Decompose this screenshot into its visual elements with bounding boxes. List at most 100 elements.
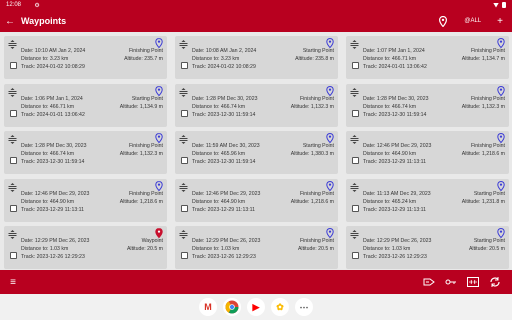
drag-handle-icon[interactable] (350, 182, 359, 192)
select-checkbox[interactable] (181, 252, 188, 260)
chrome-app-icon[interactable] (223, 298, 241, 316)
menu-icon[interactable]: ≡ (0, 277, 26, 288)
waypoint-card[interactable]: Date: 12:46 PM Dec 29, 2023 Distance to:… (4, 178, 167, 222)
select-checkbox[interactable] (10, 204, 17, 212)
settings-gear-icon: ⚙ (34, 2, 40, 9)
status-icons (493, 2, 506, 8)
waypoint-altitude: Altitude: 235.8 m (295, 56, 334, 62)
waypoint-distance: Distance to: 1.03 km (363, 246, 411, 253)
waypoint-track: Track: 2023-12-26 12:29:23 (363, 254, 427, 261)
sync-icon[interactable] (484, 275, 506, 289)
select-checkbox[interactable] (352, 109, 359, 117)
waypoint-card[interactable]: Date: 1:28 PM Dec 30, 2023 Distance to: … (175, 83, 338, 127)
select-checkbox[interactable] (181, 204, 188, 212)
wifi-icon (493, 2, 499, 8)
select-checkbox[interactable] (352, 157, 359, 165)
map-marker-icon (497, 85, 505, 96)
waypoint-track: Track: 2024-01-02 10:08:29 (192, 64, 256, 70)
waypoint-card[interactable]: Date: 1:07 PM Jan 1, 2024 Distance to: 4… (346, 36, 509, 79)
key-icon[interactable] (440, 275, 462, 289)
add-icon[interactable]: + (497, 16, 503, 27)
waypoint-distance: Distance to: 465.96 km (192, 151, 246, 158)
waypoint-altitude: Altitude: 1,132.3 m (290, 103, 334, 110)
battery-icon (502, 2, 506, 8)
waypoint-track: Track: 2024-01-02 10:08:29 (21, 64, 85, 70)
waypoint-distance: Distance to: 466.74 km (192, 103, 246, 110)
waypoint-track: Track: 2023-12-26 12:29:23 (192, 254, 256, 261)
location-pin-icon[interactable] (436, 14, 450, 28)
waypoint-distance: Distance to: 464.90 km (192, 198, 246, 205)
select-checkbox[interactable] (10, 157, 17, 165)
waypoint-distance: Distance to: 1.03 km (21, 246, 69, 253)
waypoint-card[interactable]: Date: 11:13 AM Dec 29, 2023 Distance to:… (346, 178, 509, 222)
waypoint-date: Date: 1:06 PM Jan 1, 2024 (21, 95, 83, 102)
waypoint-card[interactable]: Date: 12:29 PM Dec 26, 2023 Distance to:… (4, 226, 167, 270)
waypoint-altitude: Altitude: 1,134.9 m (119, 103, 163, 110)
tag-icon[interactable] (418, 275, 440, 289)
drag-handle-icon[interactable] (350, 135, 359, 145)
waypoint-card[interactable]: Date: 12:29 PM Dec 26, 2023 Distance to:… (175, 226, 338, 270)
drag-handle-icon[interactable] (179, 87, 188, 97)
drag-handle-icon[interactable] (8, 182, 17, 192)
waypoint-card[interactable]: Date: 1:06 PM Jan 1, 2024 Distance to: 4… (4, 83, 167, 127)
waypoint-track: Track: 2023-12-30 11:59:14 (192, 159, 256, 166)
drag-handle-icon[interactable] (8, 87, 17, 97)
map-marker-icon (155, 180, 163, 192)
waypoint-track: Track: 2023-12-29 11:13:11 (21, 206, 85, 213)
waypoint-date: Date: 12:29 PM Dec 26, 2023 (363, 238, 432, 245)
photos-app-icon[interactable]: ✿ (271, 298, 289, 316)
select-checkbox[interactable] (181, 62, 188, 69)
waypoint-type: Finishing Point (128, 48, 163, 54)
waypoint-type: Starting Point (131, 95, 163, 102)
waypoint-date: Date: 1:28 PM Dec 30, 2023 (21, 143, 87, 150)
waypoint-altitude: Altitude: 1,380.3 m (290, 151, 334, 158)
waypoint-track: Track: 2023-12-29 11:13:11 (192, 206, 256, 213)
drag-handle-icon[interactable] (179, 40, 188, 49)
select-checkbox[interactable] (10, 62, 17, 69)
select-checkbox[interactable] (352, 204, 359, 212)
drag-handle-icon[interactable] (350, 87, 359, 97)
filter-all-button[interactable]: @ALL (464, 18, 481, 24)
waypoint-track: Track: 2023-12-26 12:29:23 (21, 254, 85, 261)
waypoint-card[interactable]: Date: 10:08 AM Jan 2, 2024 Distance to: … (175, 36, 338, 79)
waypoint-card[interactable]: Date: 1:28 PM Dec 30, 2023 Distance to: … (4, 131, 167, 175)
waypoint-card[interactable]: Date: 12:29 PM Dec 26, 2023 Distance to:… (346, 226, 509, 270)
waypoint-card[interactable]: Date: 10:10 AM Jan 2, 2024 Distance to: … (4, 36, 167, 79)
waypoint-track: Track: 2023-12-30 11:59:14 (363, 111, 427, 118)
drag-handle-icon[interactable] (350, 230, 359, 240)
waypoint-type: Finishing Point (299, 190, 334, 197)
waypoint-date: Date: 10:10 AM Jan 2, 2024 (21, 48, 86, 54)
gmail-app-icon[interactable]: M (199, 298, 217, 316)
drag-handle-icon[interactable] (8, 135, 17, 145)
waypoint-date: Date: 12:29 PM Dec 26, 2023 (21, 238, 90, 245)
waypoint-distance: Distance to: 466.71 km (21, 103, 75, 110)
compress-icon[interactable] (462, 275, 484, 289)
select-checkbox[interactable] (352, 62, 359, 69)
drag-handle-icon[interactable] (350, 40, 359, 49)
waypoint-track: Track: 2023-12-30 11:59:14 (21, 159, 85, 166)
drag-handle-icon[interactable] (179, 135, 188, 145)
select-checkbox[interactable] (10, 252, 17, 260)
back-arrow-icon[interactable]: ← (0, 16, 20, 27)
waypoint-card[interactable]: Date: 11:59 AM Dec 30, 2023 Distance to:… (175, 131, 338, 175)
waypoint-date: Date: 1:07 PM Jan 1, 2024 (363, 48, 425, 54)
drag-handle-icon[interactable] (8, 230, 17, 240)
waypoint-distance: Distance to: 3.23 km (21, 56, 69, 62)
map-marker-icon (326, 37, 334, 49)
select-checkbox[interactable] (352, 252, 359, 260)
waypoint-card[interactable]: Date: 12:46 PM Dec 29, 2023 Distance to:… (175, 178, 338, 222)
drag-handle-icon[interactable] (179, 230, 188, 240)
waypoint-altitude: Altitude: 1,218.6 m (119, 198, 163, 205)
waypoint-card[interactable]: Date: 1:28 PM Dec 30, 2023 Distance to: … (346, 83, 509, 127)
bottom-toolbar: ≡ (0, 270, 512, 294)
select-checkbox[interactable] (181, 109, 188, 117)
waypoint-type: Starting Point (473, 190, 505, 197)
waypoint-card[interactable]: Date: 12:46 PM Dec 29, 2023 Distance to:… (346, 131, 509, 175)
drag-handle-icon[interactable] (8, 40, 17, 49)
apps-app-icon[interactable]: ⋯ (295, 298, 313, 316)
status-time: 12:08 (6, 2, 22, 8)
select-checkbox[interactable] (181, 157, 188, 165)
drag-handle-icon[interactable] (179, 182, 188, 192)
youtube-app-icon[interactable]: ▶ (247, 298, 265, 316)
select-checkbox[interactable] (10, 109, 17, 117)
